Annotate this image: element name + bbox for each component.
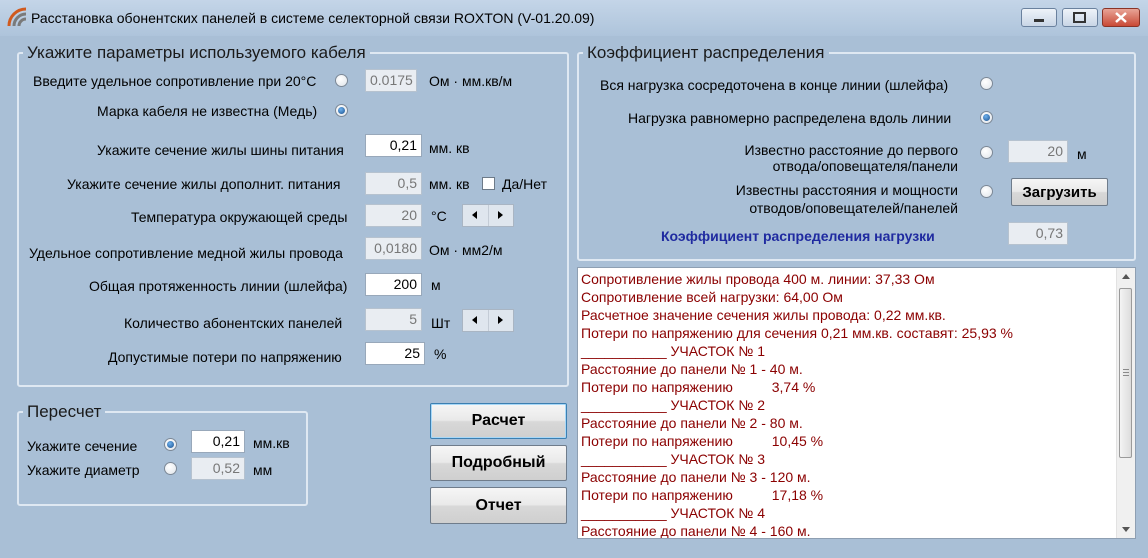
first-distance-radio[interactable] xyxy=(980,146,993,159)
end-load-label: Вся нагрузка сосредоточена в конце линии… xyxy=(600,77,949,93)
recalc-diameter-radio[interactable] xyxy=(164,462,177,475)
copper-resistivity-unit: Ом · мм2/м xyxy=(429,242,503,258)
recalc-section-radio[interactable] xyxy=(164,438,177,451)
bus-section-unit: мм. кв xyxy=(429,140,470,156)
first-distance-label-line1: Известно расстояние до первого xyxy=(744,142,958,158)
spinner-left-arrow-icon[interactable] xyxy=(463,205,489,226)
log-line: Потери по напряжению 3,74 % xyxy=(581,379,816,395)
panels-count-label: Количество абонентских панелей xyxy=(124,315,343,331)
aux-section-label: Укажите сечение жилы дополнит. питания xyxy=(67,176,341,192)
close-button[interactable] xyxy=(1102,8,1140,27)
known-distances-label-line1: Известны расстояния и мощности xyxy=(735,182,958,198)
copper-resistivity-field[interactable]: 0,0180 xyxy=(365,237,422,260)
log-line: Расстояние до панели № 3 - 120 м. xyxy=(581,469,811,485)
aux-power-checkbox-label: Да/Нет xyxy=(502,176,548,192)
coef-label: Коэффициент распределения нагрузки xyxy=(661,228,935,244)
uniform-load-label: Нагрузка равномерно распределена вдоль л… xyxy=(628,110,952,126)
copper-resistivity-label: Удельное сопротивление медной жилы прово… xyxy=(29,245,343,261)
spinner-left-arrow-icon[interactable] xyxy=(463,310,489,331)
temperature-unit: °C xyxy=(431,208,447,224)
cable-params-legend: Укажите параметры используемого кабеля xyxy=(27,43,366,62)
report-button[interactable]: Отчет xyxy=(430,487,567,524)
recalc-diameter-label: Укажите диаметр xyxy=(27,462,140,478)
load-button[interactable]: Загрузить xyxy=(1011,178,1108,206)
temperature-spinner[interactable] xyxy=(462,204,514,227)
aux-section-field[interactable]: 0,5 xyxy=(365,172,422,195)
detailed-button[interactable]: Подробный xyxy=(430,445,567,481)
log-line: Расчетное значение сечения жилы провода:… xyxy=(581,307,946,323)
temperature-field[interactable]: 20 xyxy=(365,204,422,227)
resistivity-label: Введите удельное сопротивление при 20°C xyxy=(33,73,317,89)
log-line: Расстояние до панели № 4 - 160 м. xyxy=(581,523,811,539)
log-line: Потери по напряжению для сечения 0,21 мм… xyxy=(581,325,1013,341)
title-bar[interactable]: Расстановка обонентских панелей в систем… xyxy=(0,0,1148,36)
log-line: Сопротивление всей нагрузки: 64,00 Ом xyxy=(581,289,843,305)
results-log[interactable]: Сопротивление жилы провода 400 м. линии:… xyxy=(577,267,1136,539)
line-length-field[interactable]: 200 xyxy=(365,273,422,296)
line-length-label: Общая протяженность линии (шлейфа) xyxy=(89,278,348,294)
log-line: ___________ УЧАСТОК № 4 xyxy=(581,505,765,521)
resistivity-radio[interactable] xyxy=(335,74,348,87)
client-area: Укажите параметры используемого кабеля В… xyxy=(0,36,1148,558)
voltage-loss-field[interactable]: 25 xyxy=(365,342,425,365)
maximize-button[interactable] xyxy=(1062,8,1098,27)
recalc-diameter-unit: мм xyxy=(253,462,273,478)
recalc-diameter-field[interactable]: 0,52 xyxy=(191,457,245,480)
spinner-right-arrow-icon[interactable] xyxy=(488,310,513,331)
first-distance-field[interactable]: 20 xyxy=(1008,140,1068,163)
close-icon xyxy=(1115,12,1127,23)
log-line: ___________ УЧАСТОК № 3 xyxy=(581,451,765,467)
coef-field[interactable]: 0,73 xyxy=(1008,222,1068,245)
bus-section-field[interactable]: 0,21 xyxy=(365,134,422,157)
unknown-brand-radio[interactable] xyxy=(335,104,348,117)
recalc-section-field[interactable]: 0,21 xyxy=(191,430,245,453)
known-distances-label-line2: отводов/оповещателей/панелей xyxy=(749,200,958,216)
scroll-up-icon[interactable] xyxy=(1117,268,1135,285)
panels-count-unit: Шт xyxy=(431,315,451,331)
log-line: Расстояние до панели № 1 - 40 м. xyxy=(581,361,803,377)
uniform-load-radio[interactable] xyxy=(980,111,993,124)
calculate-button[interactable]: Расчет xyxy=(430,403,567,439)
app-icon xyxy=(7,7,27,27)
maximize-icon xyxy=(1073,12,1086,23)
resistivity-unit: Ом · мм.кв/м xyxy=(429,73,513,89)
line-length-unit: м xyxy=(431,277,441,293)
panels-count-spinner[interactable] xyxy=(462,309,514,332)
end-load-radio[interactable] xyxy=(980,77,993,90)
bus-section-label: Укажите сечение жилы шины питания xyxy=(97,142,344,158)
log-scrollbar[interactable] xyxy=(1116,268,1135,538)
known-distances-radio[interactable] xyxy=(980,185,993,198)
log-line: Сопротивление жилы провода 400 м. линии:… xyxy=(581,271,935,287)
log-line: Потери по напряжению 10,45 % xyxy=(581,433,824,449)
first-distance-label-line2: отвода/оповещателя/панели xyxy=(772,158,958,174)
voltage-loss-unit: % xyxy=(434,346,447,362)
unknown-brand-label: Марка кабеля не известна (Медь) xyxy=(97,103,318,119)
aux-power-checkbox[interactable] xyxy=(482,177,495,190)
log-line: ___________ УЧАСТОК № 2 xyxy=(581,397,765,413)
log-line: Расстояние до панели № 2 - 80 м. xyxy=(581,415,803,431)
recalc-group: Пересчет xyxy=(17,402,308,506)
scroll-thumb[interactable] xyxy=(1119,288,1132,458)
minimize-icon xyxy=(1034,19,1044,22)
recalc-section-label: Укажите сечение xyxy=(27,438,138,454)
minimize-button[interactable] xyxy=(1021,8,1057,27)
log-line: ___________ УЧАСТОК № 1 xyxy=(581,343,765,359)
voltage-loss-label: Допустимые потери по напряжению xyxy=(108,349,342,365)
panels-count-field[interactable]: 5 xyxy=(365,308,422,331)
aux-section-unit: мм. кв xyxy=(429,176,470,192)
spinner-right-arrow-icon[interactable] xyxy=(488,205,513,226)
distribution-legend: Коэффициент распределения xyxy=(587,43,825,62)
first-distance-unit: м xyxy=(1077,146,1087,162)
resistivity-field[interactable]: 0.0175 xyxy=(365,69,417,92)
log-line: Потери по напряжению 17,18 % xyxy=(581,487,824,503)
recalc-legend: Пересчет xyxy=(27,402,102,421)
recalc-section-unit: мм.кв xyxy=(253,435,290,451)
scroll-down-icon[interactable] xyxy=(1117,521,1135,538)
temperature-label: Температура окружающей среды xyxy=(131,209,348,225)
window-title: Расстановка обонентских панелей в систем… xyxy=(31,10,595,26)
results-log-lines: Сопротивление жилы провода 400 м. линии:… xyxy=(581,270,1111,539)
